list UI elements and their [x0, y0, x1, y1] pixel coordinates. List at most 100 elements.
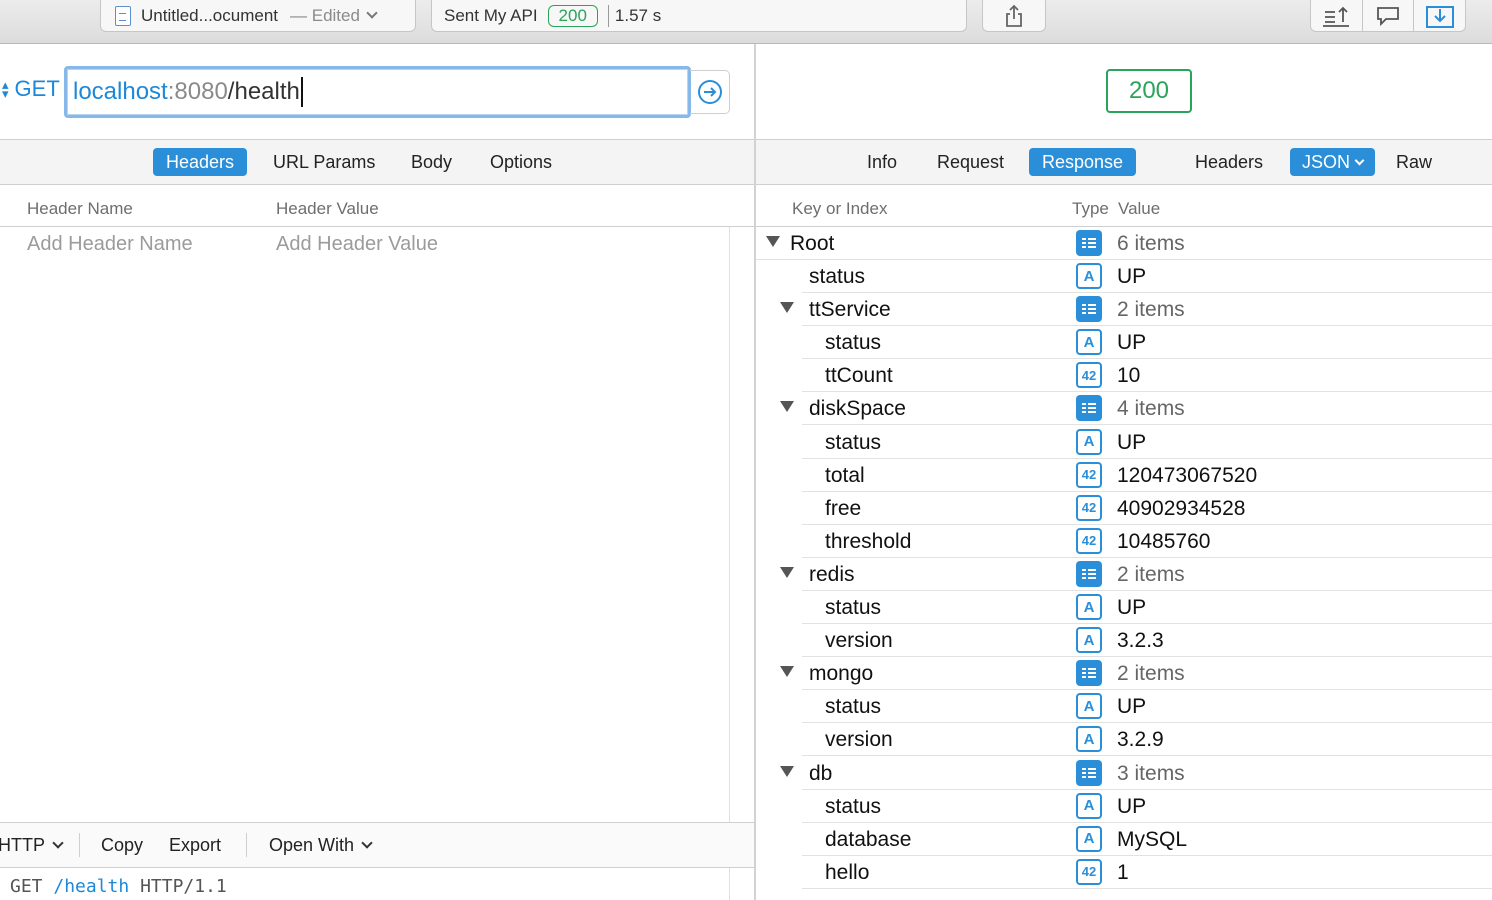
- number-type-icon: 42: [1076, 858, 1102, 885]
- disclosure-triangle-icon[interactable]: [766, 236, 780, 247]
- json-key: Root: [790, 232, 835, 255]
- json-tree-row[interactable]: db 3 items: [756, 757, 1492, 790]
- json-key: free: [825, 496, 862, 520]
- json-key: ttCount: [825, 364, 893, 388]
- tab-body[interactable]: Body: [398, 148, 465, 176]
- response-pane: 200 Info Request Response Headers JSON R…: [756, 44, 1492, 900]
- json-tree-row[interactable]: version A 3.2.3: [756, 624, 1492, 658]
- string-type-icon: A: [1076, 428, 1102, 455]
- json-tree-row[interactable]: ttCount 42 10: [756, 359, 1492, 393]
- column-header-value: Header Value: [276, 199, 379, 218]
- json-key: redis: [809, 562, 855, 586]
- json-tree-row[interactable]: ttService 2 items: [756, 293, 1492, 327]
- object-type-icon: [1076, 296, 1102, 323]
- number-type-icon: 42: [1076, 362, 1102, 389]
- tab-request[interactable]: Request: [924, 148, 1017, 176]
- copy-button[interactable]: Copy: [101, 835, 143, 856]
- add-header-name-field[interactable]: Add Header Name: [27, 233, 193, 256]
- list-lines-icon: [1082, 568, 1096, 579]
- disclosure-triangle-icon[interactable]: [780, 401, 794, 413]
- json-key: status: [825, 430, 882, 454]
- json-key: status: [825, 596, 882, 620]
- json-tree-row[interactable]: Root 6 items: [756, 227, 1492, 260]
- export-button[interactable]: Export: [169, 835, 221, 856]
- disclosure-triangle-icon[interactable]: [780, 566, 794, 578]
- json-tree-row[interactable]: status A UP: [756, 260, 1492, 294]
- json-item-count: 4 items: [1117, 397, 1185, 421]
- json-tree-row[interactable]: total 42 120473067520: [756, 459, 1492, 492]
- object-type-icon: [1076, 395, 1102, 422]
- string-type-icon: A: [1076, 825, 1102, 852]
- column-key-or-index: Key or Index: [792, 199, 888, 218]
- document-edited-state: — Edited: [290, 5, 360, 25]
- tab-url-params[interactable]: URL Params: [260, 148, 388, 176]
- layout-upload-button[interactable]: [1311, 0, 1363, 31]
- tab-headers[interactable]: Headers: [153, 148, 248, 176]
- json-tree-row[interactable]: version A 3.2.9: [756, 723, 1492, 757]
- url-bar: ▴ ▾ GET localhost:8080/health: [0, 44, 754, 140]
- disclosure-triangle-icon[interactable]: [780, 666, 794, 678]
- json-tree-row[interactable]: status A UP: [756, 326, 1492, 360]
- separator: [79, 833, 80, 857]
- document-title-pill[interactable]: Untitled...ocument — Edited: [100, 0, 416, 32]
- string-type-icon: A: [1076, 263, 1102, 290]
- json-tree-row[interactable]: free 42 40902934528: [756, 492, 1492, 525]
- tab-info[interactable]: Info: [854, 148, 910, 176]
- share-button[interactable]: [982, 0, 1046, 32]
- tab-json[interactable]: JSON: [1290, 148, 1376, 176]
- arrow-circle-right-icon: [697, 80, 722, 104]
- tab-response-headers[interactable]: Headers: [1182, 148, 1276, 176]
- layout-comment-button[interactable]: [1363, 0, 1415, 31]
- speech-bubble-icon: [1377, 6, 1399, 26]
- json-tree-row[interactable]: status A UP: [756, 690, 1492, 724]
- json-tree-row[interactable]: status A UP: [756, 790, 1492, 823]
- disclosure-triangle-icon[interactable]: [780, 765, 794, 777]
- url-input[interactable]: localhost:8080/health: [64, 66, 691, 118]
- method-selector[interactable]: ▴ ▾ GET: [2, 76, 60, 102]
- json-tree-row[interactable]: diskSpace 4 items: [756, 392, 1492, 426]
- json-key: version: [825, 629, 893, 653]
- json-value: UP: [1117, 794, 1147, 818]
- code-format-dropdown[interactable]: HTTP: [0, 835, 64, 856]
- tab-raw[interactable]: Raw: [1383, 148, 1445, 176]
- code-method: GET: [10, 876, 43, 897]
- object-type-icon: [1076, 660, 1102, 687]
- json-key: total: [825, 463, 865, 487]
- send-request-button[interactable]: [690, 70, 730, 114]
- json-tree-row[interactable]: hello 42 1: [756, 856, 1492, 889]
- json-key: mongo: [809, 662, 874, 686]
- open-with-dropdown[interactable]: Open With: [269, 835, 373, 856]
- add-header-value-field[interactable]: Add Header Value: [276, 233, 438, 256]
- tab-options[interactable]: Options: [477, 148, 565, 176]
- number-type-icon: 42: [1076, 527, 1102, 554]
- json-value: UP: [1117, 265, 1147, 289]
- json-tree-header: Key or Index Type Value: [756, 185, 1492, 227]
- json-key: status: [825, 695, 882, 719]
- json-value: 10485760: [1117, 529, 1211, 553]
- json-tree-row[interactable]: status A UP: [756, 591, 1492, 625]
- json-tree-row[interactable]: database A MySQL: [756, 823, 1492, 856]
- json-key: version: [825, 728, 893, 752]
- string-type-icon: A: [1076, 726, 1102, 753]
- headers-table-body: Add Header Name Add Header Value: [0, 227, 730, 822]
- string-type-icon: A: [1076, 693, 1102, 720]
- json-tree-row[interactable]: threshold 42 10485760: [756, 525, 1492, 558]
- download-icon: [1425, 5, 1454, 28]
- json-value: UP: [1117, 331, 1147, 355]
- tab-response[interactable]: Response: [1029, 148, 1137, 176]
- layout-download-button[interactable]: [1414, 0, 1465, 31]
- json-tree-row[interactable]: status A UP: [756, 426, 1492, 459]
- open-with-label: Open With: [269, 835, 355, 855]
- string-type-icon: A: [1076, 594, 1102, 621]
- layout-segmented-control: [1310, 0, 1466, 32]
- json-key: status: [809, 265, 866, 289]
- json-tree-row[interactable]: mongo 2 items: [756, 657, 1492, 691]
- column-type: Type: [1072, 199, 1109, 218]
- response-header: 200: [756, 44, 1492, 140]
- disclosure-triangle-icon[interactable]: [780, 302, 794, 314]
- number-type-icon: 42: [1076, 494, 1102, 521]
- column-value: Value: [1118, 199, 1161, 218]
- json-key: ttService: [809, 298, 891, 322]
- json-tree-row[interactable]: redis 2 items: [756, 558, 1492, 591]
- json-key: status: [825, 794, 882, 818]
